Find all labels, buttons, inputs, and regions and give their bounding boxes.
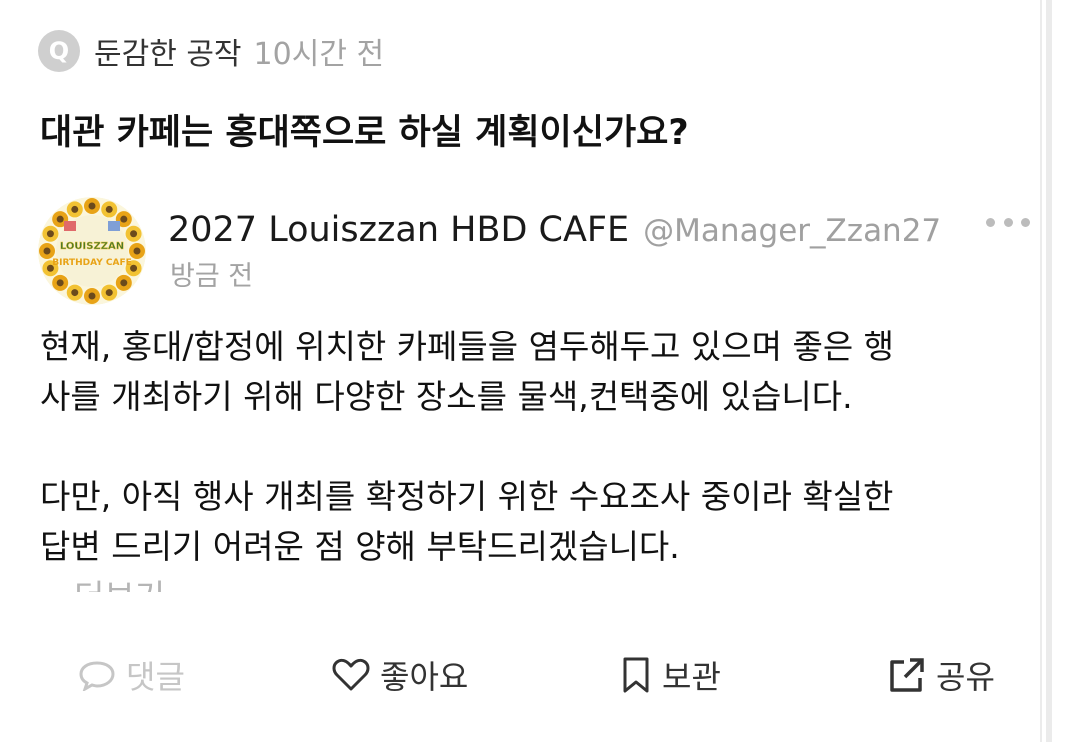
comment-label: 댓글 xyxy=(126,658,185,696)
scrollbar-track[interactable] xyxy=(1040,0,1052,742)
author-display-name[interactable]: 2027 Louiszzan HBD CAFE xyxy=(168,210,629,250)
like-label: 좋아요 xyxy=(380,658,469,696)
more-options-icon[interactable] xyxy=(986,210,1030,234)
question-time: 10시간 전 xyxy=(253,37,385,72)
asker-name[interactable]: 둔감한 공작 xyxy=(94,29,242,73)
speech-bubble-icon xyxy=(78,659,116,691)
answer-line: 현재, 홍대/합정에 위치한 카페들을 염두해두고 있으며 좋은 행 xyxy=(40,327,895,366)
question-badge: Q xyxy=(38,30,80,72)
comment-button[interactable]: 댓글 xyxy=(78,652,185,698)
question-header: Q 둔감한 공작 10시간 전 xyxy=(38,30,384,72)
share-label: 공유 xyxy=(936,658,995,696)
answer-line: 사를 개최하기 위해 다양한 장소를 물색,컨택중에 있습니다. xyxy=(40,377,853,416)
save-button[interactable]: 보관 xyxy=(620,652,721,698)
share-button[interactable]: 공유 xyxy=(888,652,995,698)
external-share-icon xyxy=(888,656,926,694)
answer-line-blank xyxy=(40,422,1040,472)
like-button[interactable]: 좋아요 xyxy=(332,652,468,698)
author-row: 2027 Louiszzan HBD CAFE @Manager_Zzan27 xyxy=(168,210,941,250)
svg-text:BIRTHDAY CAFE: BIRTHDAY CAFE xyxy=(52,258,132,268)
answer-line: 답변 드리기 어려운 점 양해 부탁드리겠습니다. xyxy=(40,527,680,566)
scrollbar-thumb[interactable] xyxy=(1042,0,1046,742)
answer-body: 현재, 홍대/합정에 위치한 카페들을 염두해두고 있으며 좋은 행 사를 개최… xyxy=(40,322,1040,592)
bookmark-icon xyxy=(620,656,652,694)
question-text: 대관 카페는 홍대쪽으로 하실 계획이신가요? xyxy=(40,113,689,153)
author-handle[interactable]: @Manager_Zzan27 xyxy=(643,213,941,249)
action-bar: 댓글 좋아요 보관 공유 xyxy=(0,640,1040,710)
answer-time: 방금 전 xyxy=(170,261,254,292)
heart-icon xyxy=(332,658,370,692)
answer-line: 다만, 아직 행사 개최를 확정하기 위한 수요조사 중이라 확실한 xyxy=(40,477,894,516)
read-more-link[interactable]: 더보기 xyxy=(74,577,165,592)
avatar-image: LOUISZZAN BIRTHDAY CAFE xyxy=(38,197,146,305)
avatar[interactable]: LOUISZZAN BIRTHDAY CAFE xyxy=(38,197,146,305)
svg-text:LOUISZZAN: LOUISZZAN xyxy=(60,241,124,252)
save-label: 보관 xyxy=(662,658,721,696)
